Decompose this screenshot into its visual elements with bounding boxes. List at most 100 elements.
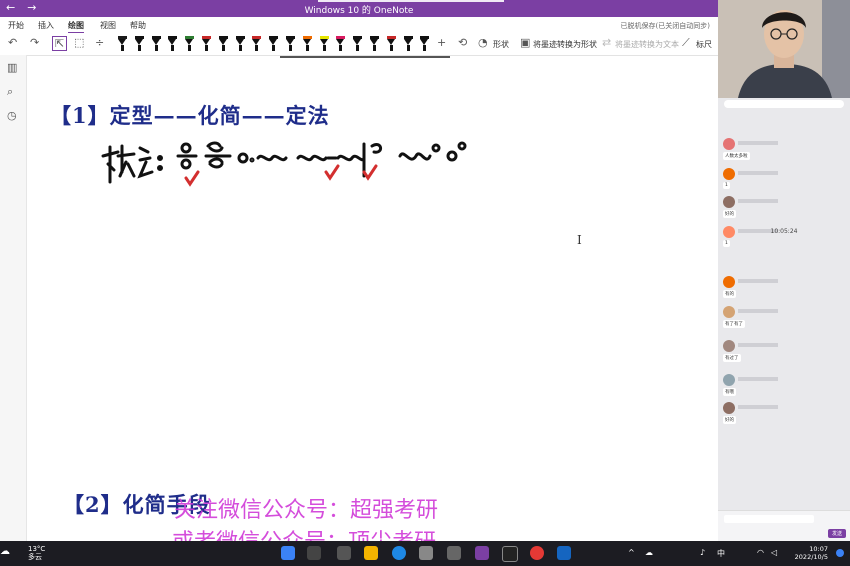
tray-mic-icon[interactable]: ♪ <box>700 548 705 557</box>
chat-avatar[interactable] <box>723 306 735 318</box>
chat-avatar[interactable] <box>723 168 735 180</box>
pen-18-icon[interactable] <box>403 36 413 52</box>
heading-section-1: 【1】定型——化简——定法 <box>50 103 330 128</box>
pen-16-icon[interactable] <box>370 36 379 52</box>
chat-message: 好的 <box>723 416 736 424</box>
tray-chevron-icon[interactable]: ^ <box>628 548 635 557</box>
pen-19-icon[interactable] <box>420 36 430 52</box>
redo-icon[interactable]: ↷ <box>30 36 39 49</box>
clock-date: 2022/10/5 <box>794 553 828 561</box>
search-icon[interactable]: ⌕ <box>7 85 13 99</box>
text-cursor: I <box>577 233 582 247</box>
title-search-box[interactable] <box>318 0 504 2</box>
weather-widget[interactable]: 13°C 多云 <box>28 545 45 561</box>
pen-body <box>272 45 276 51</box>
ink-convert-shape-icon[interactable]: ▣ <box>520 36 530 49</box>
pen-body <box>373 45 376 51</box>
file-explorer-icon[interactable] <box>364 546 378 560</box>
chat-input[interactable] <box>724 515 814 523</box>
volume-icon[interactable]: ◁ <box>771 548 777 557</box>
weather-desc: 多云 <box>28 553 42 561</box>
pen-body <box>154 45 158 51</box>
pen-17-icon[interactable] <box>386 36 396 52</box>
pen-2-icon[interactable] <box>134 36 144 52</box>
chat-avatar[interactable] <box>723 402 735 414</box>
chat-avatar[interactable] <box>723 276 735 288</box>
shape-button[interactable]: 形状 <box>493 39 509 50</box>
pen-10-icon[interactable] <box>269 36 279 52</box>
ink-to-shape-button[interactable]: 将墨迹转换为形状 <box>533 39 597 50</box>
pen-5-icon[interactable] <box>185 36 195 52</box>
pen-8-icon[interactable] <box>235 36 245 52</box>
ink-to-text-button[interactable]: 将墨迹转换为文本 <box>615 39 679 50</box>
pen-6-icon[interactable] <box>202 36 211 52</box>
pen-7-icon[interactable] <box>218 36 228 52</box>
recent-icon[interactable]: ◷ <box>7 109 17 122</box>
add-pen-icon[interactable]: + <box>437 36 446 49</box>
weather-temp: 13°C <box>28 545 46 553</box>
app-icon-1[interactable] <box>447 546 461 560</box>
ruler-button[interactable]: 标尺 <box>696 39 712 50</box>
app-icon-3[interactable] <box>530 546 544 560</box>
insert-space-icon[interactable]: ÷ <box>95 36 104 49</box>
pen-13-icon[interactable] <box>319 36 329 52</box>
task-view-icon[interactable] <box>337 546 351 560</box>
search-taskbar-icon[interactable] <box>307 546 321 560</box>
chat-username <box>738 309 778 313</box>
tab-insert[interactable]: 插入 <box>38 20 54 31</box>
tab-help[interactable]: 帮助 <box>130 20 146 31</box>
watermark-line-1: 关注微信公众号：超强考研 <box>174 498 439 523</box>
pen-3-icon[interactable] <box>151 36 161 52</box>
pen-body <box>121 45 124 51</box>
tab-view[interactable]: 视图 <box>100 20 116 31</box>
ink-convert-text-icon: ⇄ <box>602 36 612 49</box>
ink-to-shape-icon[interactable]: ⟲ <box>458 36 467 49</box>
pen-body <box>255 45 259 51</box>
send-button[interactable]: 发送 <box>827 529 846 538</box>
shape-icon[interactable]: ◔ <box>478 36 488 49</box>
weather-cloud-icon: ☁ <box>0 546 10 557</box>
ruler-icon[interactable]: ⟋ <box>682 36 690 50</box>
pen-body <box>188 45 192 51</box>
pen-1-icon[interactable] <box>118 36 127 52</box>
pen-14-icon[interactable] <box>336 36 346 52</box>
pen-4-icon[interactable] <box>168 36 178 52</box>
pen-12-icon[interactable] <box>302 36 312 52</box>
notebooks-icon[interactable]: ▥ <box>7 61 17 74</box>
chat-avatar[interactable] <box>723 138 735 150</box>
title-bar: ←→ Windows 10 的 OneNote <box>0 0 718 17</box>
draw-toolbar: ↶ ↷ ⇱ ⬚ ÷ + ⟲ ◔ 形状 ▣ 将墨迹转换为形状 ⇄ 将墨迹转换为文本… <box>0 33 718 56</box>
pen-body <box>406 45 410 51</box>
ime-indicator[interactable]: 中 <box>717 548 725 559</box>
chat-avatar[interactable] <box>723 196 735 208</box>
pen-15-icon[interactable] <box>353 36 363 52</box>
pen-body <box>356 45 360 51</box>
lasso-icon[interactable]: ⬚ <box>74 36 84 49</box>
chat-avatar[interactable] <box>723 340 735 352</box>
chat-username <box>738 405 778 409</box>
tray-cloud-icon[interactable]: ☁ <box>645 548 653 557</box>
pen-11-icon[interactable] <box>286 36 295 52</box>
store-icon[interactable] <box>419 546 433 560</box>
select-text-icon[interactable]: ⇱ <box>52 36 68 51</box>
pen-9-icon[interactable] <box>252 36 262 52</box>
start-icon[interactable] <box>281 546 295 560</box>
undo-icon[interactable]: ↶ <box>8 36 17 49</box>
tab-home[interactable]: 开始 <box>8 20 24 31</box>
edge-icon[interactable] <box>392 546 406 560</box>
wifi-icon[interactable]: ◠ <box>757 548 764 557</box>
webcam-feed <box>718 0 850 98</box>
app-icon-2[interactable] <box>502 546 518 562</box>
page-title-line <box>280 56 450 58</box>
pen-body <box>221 45 225 51</box>
chat-username <box>738 377 778 381</box>
word-icon[interactable] <box>557 546 571 560</box>
presenter-image <box>718 0 850 98</box>
chat-avatar[interactable] <box>723 374 735 386</box>
notification-icon[interactable] <box>836 549 844 557</box>
onenote-icon[interactable] <box>475 546 489 560</box>
system-clock[interactable]: 10:07 2022/10/5 <box>795 545 828 561</box>
sync-status: 已脱机保存(已关闭自动同步) <box>620 22 710 30</box>
tab-draw[interactable]: 绘图 <box>68 20 84 34</box>
chat-username <box>738 343 778 347</box>
